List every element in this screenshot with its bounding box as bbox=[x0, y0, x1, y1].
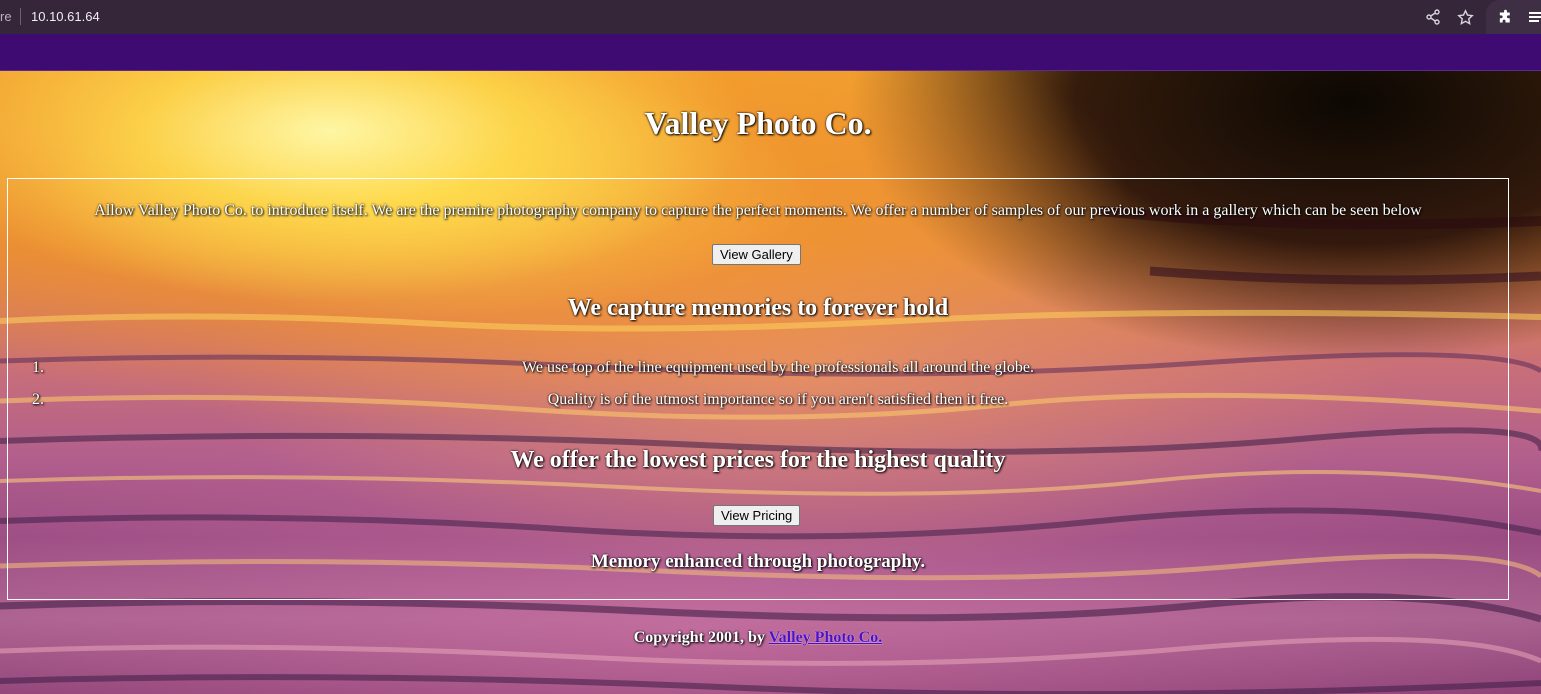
url-separator bbox=[20, 8, 21, 25]
list-item-text: We use top of the line equipment used by… bbox=[522, 359, 1034, 376]
page-background: Valley Photo Co. Allow Valley Photo Co. … bbox=[0, 71, 1541, 694]
view-gallery-button[interactable]: View Gallery bbox=[712, 244, 801, 265]
browser-toolbar: re 10.10.61.64 bbox=[0, 0, 1541, 34]
url-prefix: re bbox=[0, 9, 12, 24]
memories-heading: We capture memories to forever hold bbox=[567, 295, 949, 321]
share-icon[interactable] bbox=[1423, 7, 1443, 27]
copyright-text: Copyright 2001, by bbox=[633, 629, 769, 646]
tagline: Memory enhanced through photography. bbox=[590, 551, 926, 572]
view-pricing-button[interactable]: View Pricing bbox=[713, 505, 801, 526]
address-bar[interactable]: 10.10.61.64 bbox=[31, 9, 100, 24]
footer: Copyright 2001, by Valley Photo Co. bbox=[0, 629, 1516, 647]
company-link[interactable]: Valley Photo Co. bbox=[769, 629, 883, 646]
star-icon[interactable] bbox=[1455, 7, 1475, 27]
intro-text: Allow Valley Photo Co. to introduce itse… bbox=[94, 202, 1422, 219]
puzzle-icon[interactable] bbox=[1495, 7, 1515, 27]
content-box: Allow Valley Photo Co. to introduce itse… bbox=[7, 178, 1509, 600]
page-content: Valley Photo Co. Allow Valley Photo Co. … bbox=[0, 71, 1541, 694]
prices-heading: We offer the lowest prices for the highe… bbox=[510, 447, 1006, 473]
site-navbar bbox=[0, 34, 1541, 71]
list-item-text: Quality is of the utmost importance so i… bbox=[547, 391, 1009, 408]
page-title: Valley Photo Co. bbox=[644, 105, 872, 141]
reading-list-icon[interactable] bbox=[1526, 7, 1541, 27]
